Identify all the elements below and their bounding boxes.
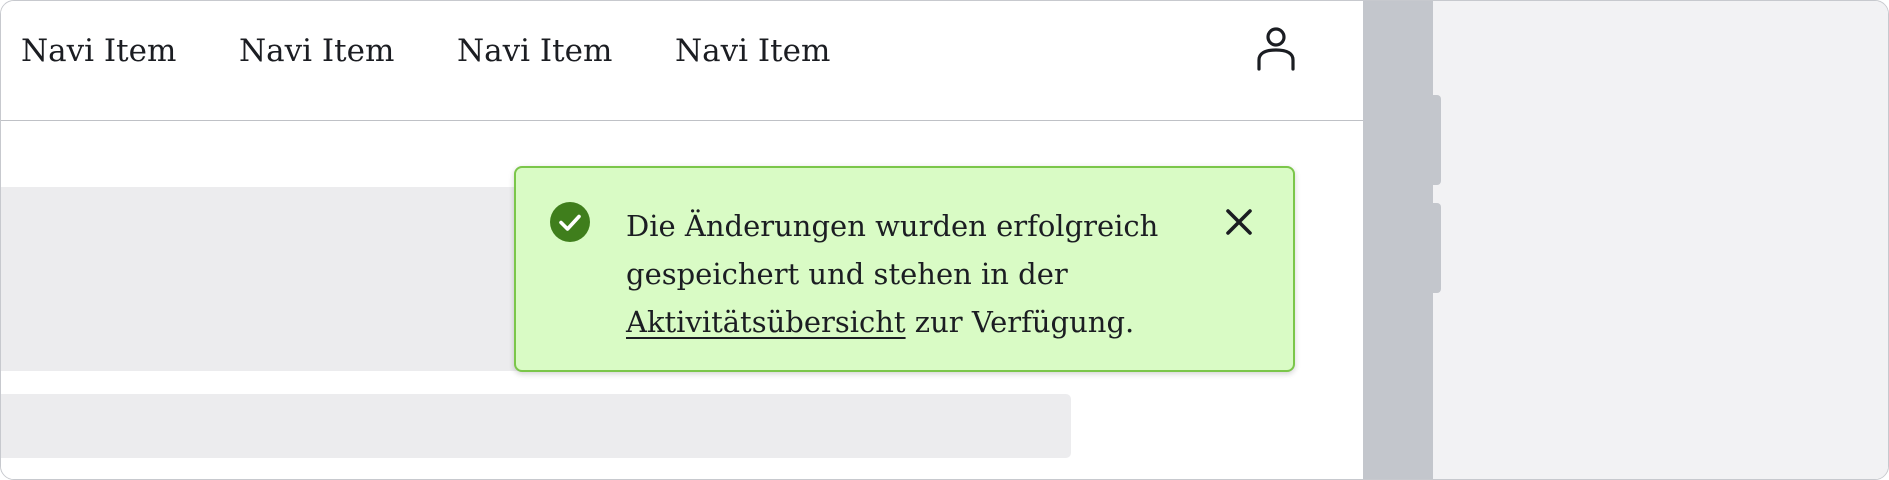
toast-message: Die Änderungen wurden erfolgreich gespei… [626,202,1186,346]
check-circle-icon [549,201,591,243]
toast-message-tail: zur Verfügung. [905,305,1135,339]
nav-items: Navi Item Navi Item Navi Item Navi Item [21,31,893,71]
scroll-tab[interactable] [1433,95,1441,185]
nav-item-2[interactable]: Navi Item [239,31,457,71]
toast-message-line2: gespeichert und stehen in der [626,257,1068,291]
content-placeholder [1,187,521,371]
scroll-tab[interactable] [1433,203,1441,293]
toast-message-line1: Die Änderungen wurden erfolgreich [626,209,1159,243]
main-content: Navi Item Navi Item Navi Item Navi Item [1,1,1363,479]
nav-item-1[interactable]: Navi Item [21,31,239,71]
scroll-gutter[interactable] [1363,1,1433,479]
close-icon[interactable] [1223,206,1255,238]
app-window: Navi Item Navi Item Navi Item Navi Item [0,0,1889,480]
nav-item-3[interactable]: Navi Item [457,31,675,71]
content-placeholder [1,394,1071,458]
success-toast: Die Änderungen wurden erfolgreich gespei… [514,166,1295,372]
top-navigation: Navi Item Navi Item Navi Item Navi Item [1,1,1363,121]
activity-overview-link[interactable]: Aktivitätsübersicht [626,305,906,339]
user-icon[interactable] [1254,26,1298,72]
side-panel [1433,1,1888,479]
nav-item-4[interactable]: Navi Item [675,31,893,71]
